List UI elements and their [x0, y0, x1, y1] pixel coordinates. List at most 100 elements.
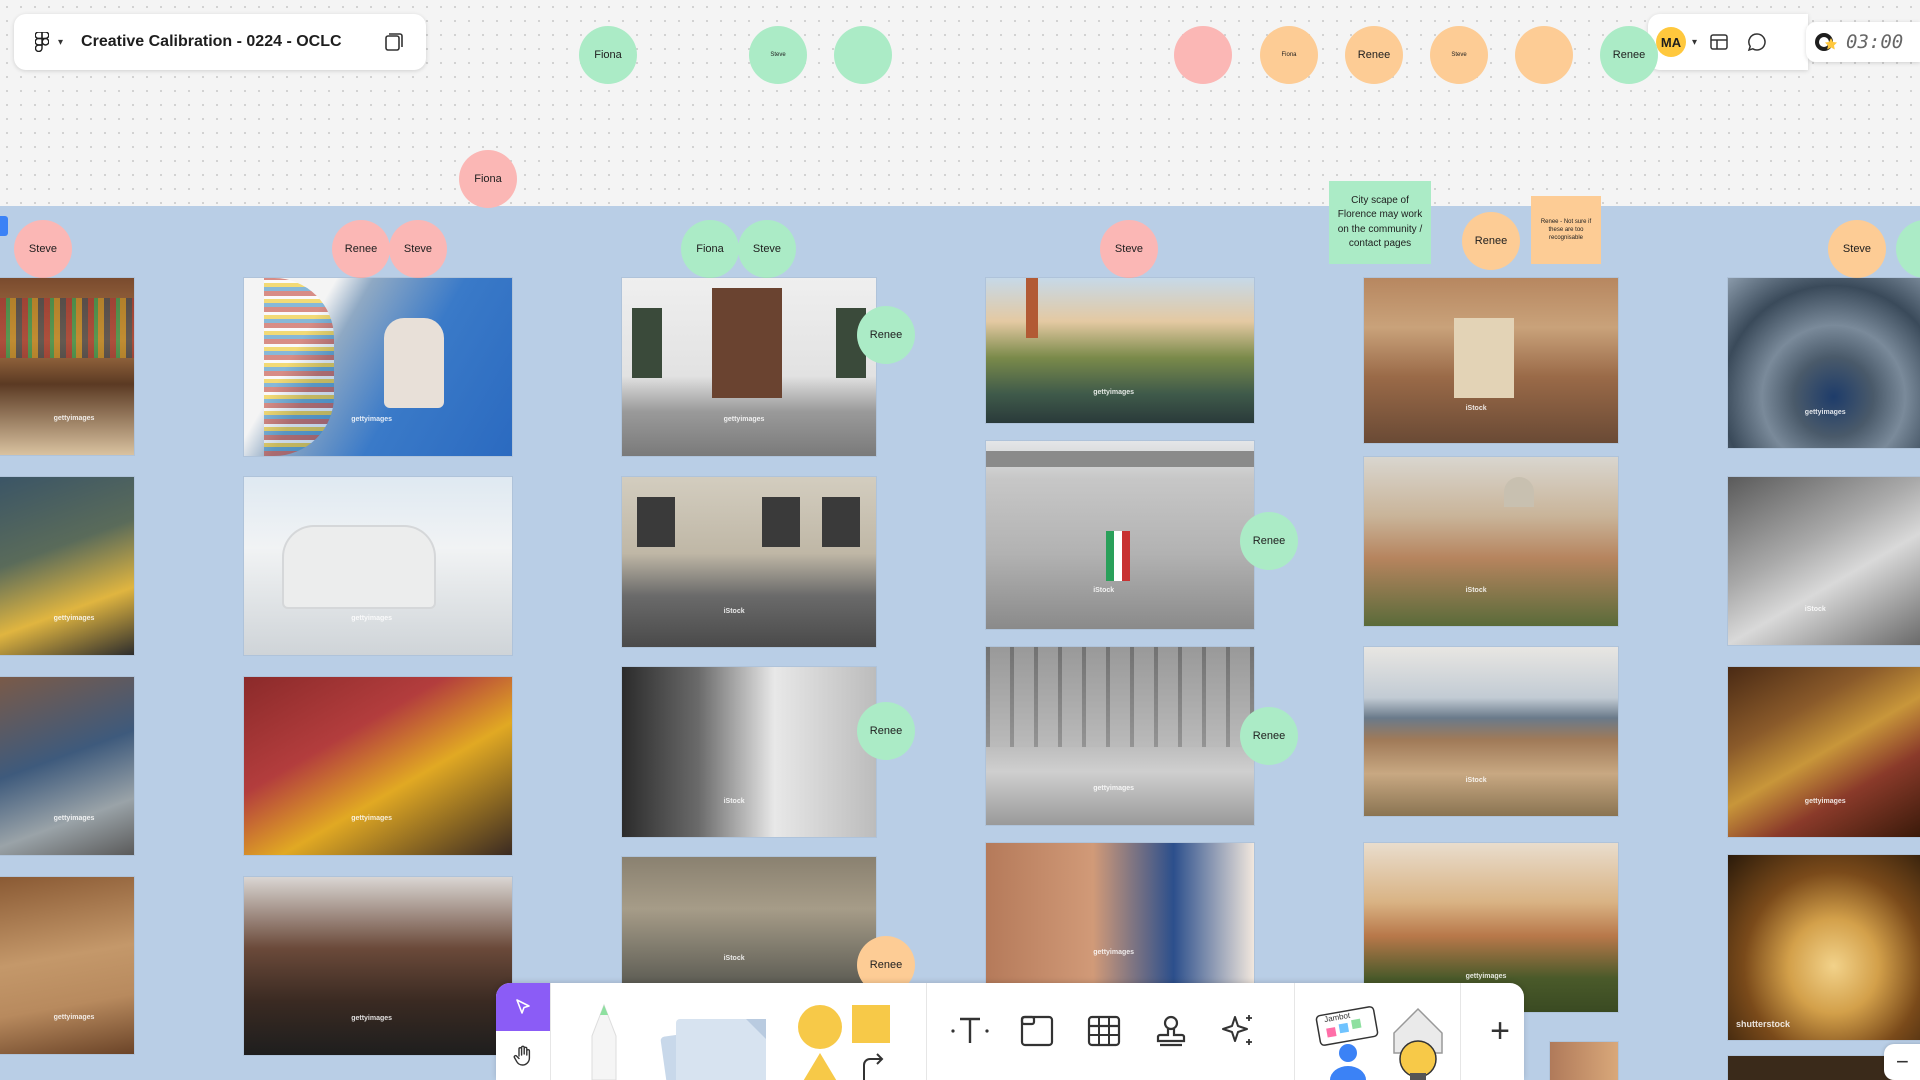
section-tag[interactable]	[0, 216, 8, 236]
shapes-tool[interactable]	[794, 997, 894, 1080]
photo-colonnade-windows[interactable]: gettyimages	[986, 843, 1254, 983]
stamp-label: Steve	[1842, 243, 1872, 255]
photo-credit: iStock	[723, 955, 745, 963]
steve-stamp[interactable]: Steve	[14, 220, 72, 278]
pages-panel-button[interactable]	[376, 24, 412, 60]
idea-widget[interactable]	[1384, 999, 1454, 1080]
photo-office-booth[interactable]: gettyimages	[244, 477, 512, 655]
sticky-note-icon	[660, 1019, 766, 1080]
hand-tool-button[interactable]	[496, 1031, 550, 1080]
photo-credit: iStock	[1465, 777, 1487, 785]
pink-stamp[interactable]	[1174, 26, 1232, 84]
photo-florence-river[interactable]: iStock	[1364, 647, 1618, 816]
bottom-toolbar: Jambot +	[496, 983, 1524, 1080]
user-avatar[interactable]: MA	[1656, 27, 1686, 57]
photo-student-yellow-shirt[interactable]: gettyimages	[244, 677, 512, 855]
fiona-stamp[interactable]: Fiona	[681, 220, 739, 278]
photo-credit: gettyimages	[53, 414, 95, 422]
timer-widget[interactable]: 03:00	[1806, 22, 1920, 62]
photo-students-street[interactable]: iStock	[622, 477, 876, 647]
sticky-note-text: City scape of Florence may work on the c…	[1337, 194, 1423, 250]
stamp-label: Renee	[869, 959, 903, 971]
renee-stamp[interactable]: Renee	[1345, 26, 1403, 84]
photo-two-students-walking[interactable]: iStock	[622, 667, 876, 837]
photo-credit: iStock	[723, 608, 745, 616]
collaboration-toolbar: MA ▾	[1648, 14, 1808, 70]
renee-stamp[interactable]: Renee	[857, 702, 915, 760]
photo-library-woman-laptop[interactable]: gettyimages	[244, 278, 512, 456]
select-tool-button[interactable]	[496, 983, 550, 1031]
timer-value: 03:00	[1846, 31, 1904, 53]
renee-stamp[interactable]: Renee	[857, 306, 915, 364]
stamp-label: Renee	[1252, 730, 1286, 742]
fiona-stamp[interactable]: Fiona	[459, 150, 517, 208]
steve-stamp[interactable]: Steve	[1100, 220, 1158, 278]
fiona-stamp[interactable]: Fiona	[579, 26, 637, 84]
stamp-label: Fiona	[474, 173, 502, 185]
photo-canal-bridge[interactable]: gettyimages	[986, 278, 1254, 423]
steve-stamp[interactable]: Steve	[738, 220, 796, 278]
photo-stone-sculpture[interactable]: iStock	[1728, 477, 1920, 645]
figma-logo-icon[interactable]	[28, 28, 56, 56]
ai-tool-button[interactable]	[1214, 1007, 1262, 1055]
photo-ornate-frame[interactable]: gettyimages	[1728, 667, 1920, 837]
sticky-note-tool[interactable]	[656, 1001, 776, 1080]
photo-credit: gettyimages	[1093, 388, 1135, 396]
photo-palazzo-facade[interactable]: gettyimages	[986, 647, 1254, 825]
photo-man-laptop[interactable]: gettyimages	[0, 677, 134, 855]
sparkle-icon	[1222, 1015, 1252, 1045]
photo-university-entrance[interactable]: gettyimages	[622, 278, 876, 456]
steve-stamp[interactable]: Steve	[1430, 26, 1488, 84]
renee-stamp[interactable]: Renee	[1600, 26, 1658, 84]
chevron-down-icon[interactable]: ▾	[1692, 37, 1697, 48]
renee-stamp[interactable]: Renee	[1240, 707, 1298, 765]
photo-partial[interactable]	[1550, 1042, 1618, 1080]
photo-student-reading[interactable]: gettyimages	[0, 477, 134, 655]
sticky-note-cityscape[interactable]: City scape of Florence may work on the c…	[1329, 181, 1431, 264]
section-tool-button[interactable]	[1013, 1007, 1061, 1055]
toolbar-divider	[550, 983, 551, 1080]
photo-rome-cityscape[interactable]: iStock	[1364, 457, 1618, 626]
photo-florence-rooftops[interactable]: iStock	[1364, 278, 1618, 443]
photo-credit: shutterstock	[1736, 1019, 1791, 1030]
add-more-button[interactable]: +	[1476, 1007, 1524, 1055]
toolbar-divider	[1460, 983, 1461, 1080]
steve-stamp[interactable]: Steve	[389, 220, 447, 278]
green-stamp[interactable]	[834, 26, 892, 84]
photo-universita-degli-studi[interactable]: iStock	[986, 441, 1254, 629]
stamp-tool-button[interactable]	[1147, 1007, 1195, 1055]
photo-credit: gettyimages	[53, 1013, 95, 1021]
steve-stamp[interactable]: Steve	[749, 26, 807, 84]
renee-stamp[interactable]: Renee	[1462, 212, 1520, 270]
chevron-down-icon[interactable]: ▾	[58, 37, 63, 48]
marker-tool[interactable]	[582, 1001, 626, 1080]
renee-stamp[interactable]: Renee	[1240, 512, 1298, 570]
zoom-out-button[interactable]: −	[1884, 1044, 1920, 1080]
renee-stamp[interactable]: Renee	[332, 220, 390, 278]
shapes-icon	[798, 1005, 890, 1080]
photo-archway-corridor[interactable]: shutterstock	[1728, 855, 1920, 1040]
text-tool-button[interactable]	[946, 1007, 994, 1055]
photo-credit: gettyimages	[351, 415, 393, 423]
photo-classroom-students[interactable]: gettyimages	[244, 877, 512, 1055]
sticky-note-renee[interactable]: Renee - Not sure if these are too recogn…	[1531, 196, 1601, 264]
orange-stamp[interactable]	[1515, 26, 1573, 84]
fiona-stamp[interactable]: Fiona	[1260, 26, 1318, 84]
photo-students-courtyard[interactable]: iStock	[622, 857, 876, 987]
stamp-label: Renee	[344, 243, 378, 255]
stamp-label: Renee	[1252, 535, 1286, 547]
toolbar-divider	[926, 983, 927, 1080]
hand-icon	[513, 1045, 531, 1066]
sticky-note-text: Renee - Not sure if these are too recogn…	[1540, 218, 1592, 242]
steve-stamp[interactable]: Steve	[1828, 220, 1886, 278]
layout-button[interactable]	[1703, 26, 1735, 58]
stamp-icon	[1156, 1015, 1186, 1047]
table-tool-button[interactable]	[1080, 1007, 1128, 1055]
jambot-widget[interactable]: Jambot	[1314, 1003, 1384, 1080]
stamp-label: Steve	[403, 243, 433, 255]
file-title[interactable]: Creative Calibration - 0224 - OCLC	[81, 33, 376, 51]
comment-button[interactable]	[1741, 26, 1773, 58]
photo-library-bookshelf[interactable]: gettyimages	[0, 278, 134, 455]
photo-student-writing[interactable]: gettyimages	[0, 877, 134, 1054]
photo-spiral-staircase[interactable]: gettyimages	[1728, 278, 1920, 448]
